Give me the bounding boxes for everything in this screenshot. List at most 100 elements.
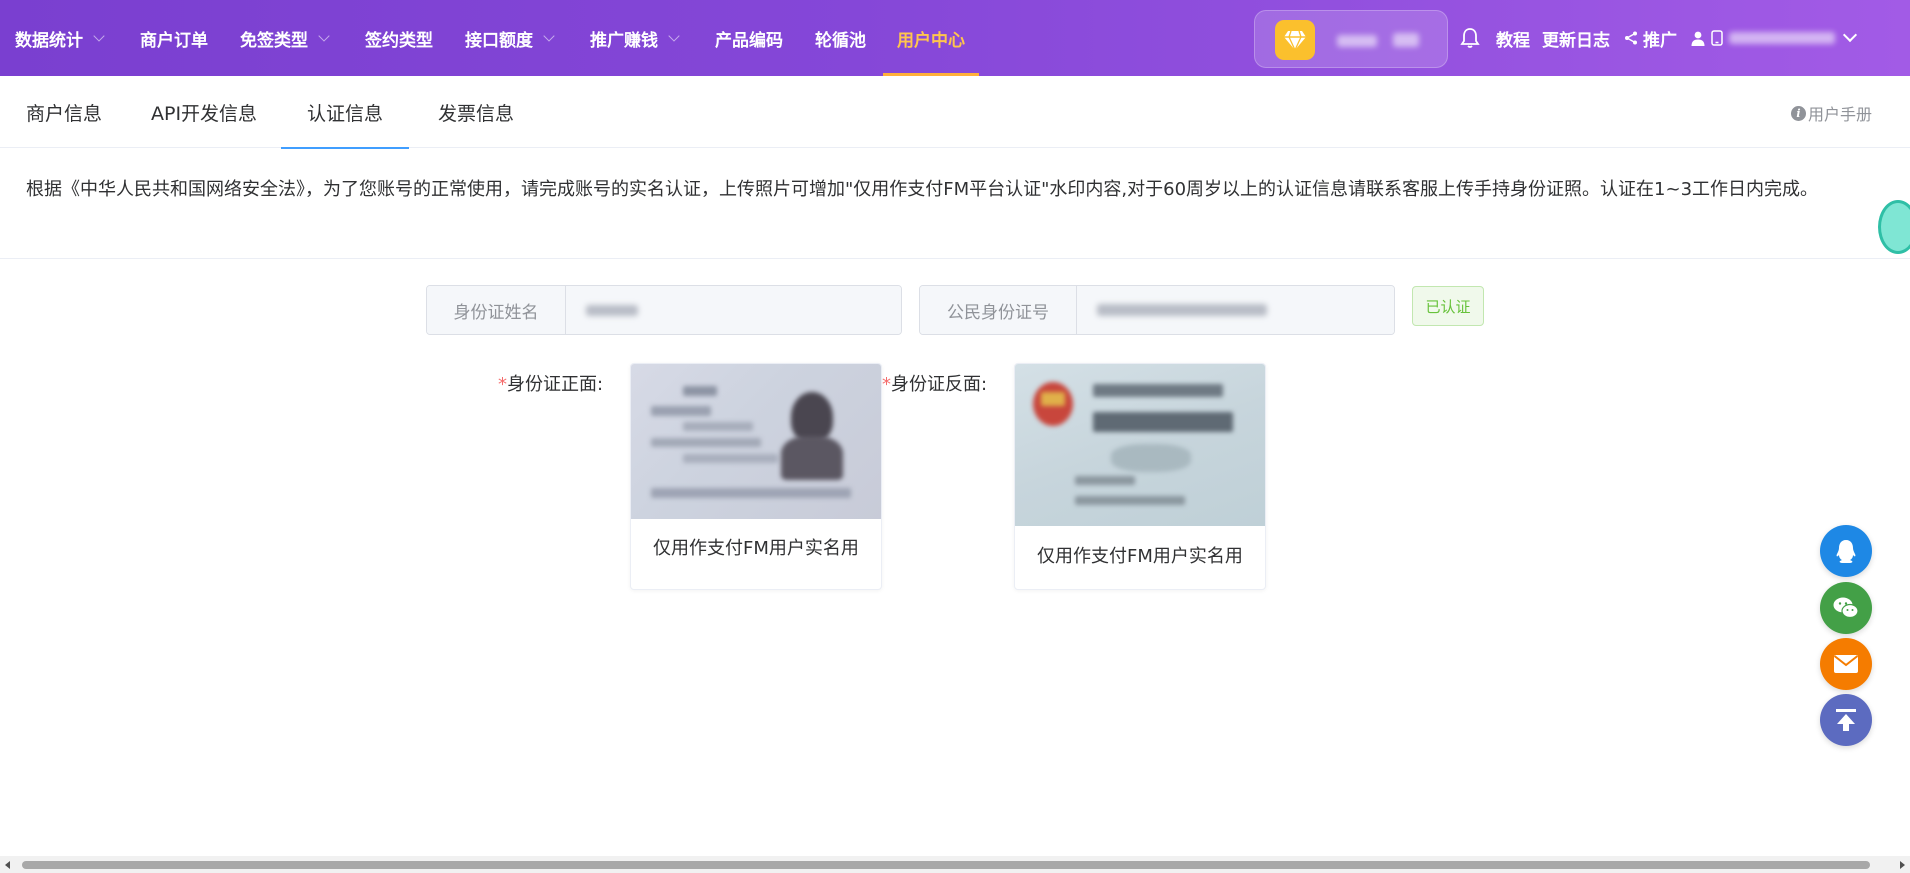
nav-item-label: 商户订单 bbox=[140, 30, 208, 51]
nav-item-label: 推广赚钱 bbox=[590, 30, 658, 51]
tab-api-dev-info[interactable]: API开发信息 bbox=[151, 76, 257, 148]
id-back-image[interactable] bbox=[1015, 364, 1265, 526]
id-back-label: *身份证反面: bbox=[882, 370, 987, 396]
redacted-text bbox=[683, 386, 717, 396]
nav-item-label: 轮循池 bbox=[815, 30, 866, 51]
id-front-label-text: 身份证正面: bbox=[507, 374, 604, 395]
vip-level-box[interactable] bbox=[1254, 10, 1448, 68]
user-manual-link[interactable]: i 用户手册 bbox=[1790, 101, 1872, 125]
nav-item-label: 接口额度 bbox=[465, 30, 533, 51]
email-icon bbox=[1833, 655, 1859, 673]
redacted-text bbox=[651, 406, 711, 416]
chevron-down-icon bbox=[543, 30, 555, 42]
redacted-text bbox=[586, 305, 638, 316]
chevron-down-icon bbox=[668, 30, 680, 42]
nav-item-label: 产品编码 bbox=[715, 30, 783, 51]
changelog-link[interactable]: 更新日志 bbox=[1542, 26, 1610, 51]
redacted-text bbox=[1729, 32, 1835, 44]
nav-item-label: 免签类型 bbox=[240, 30, 308, 51]
redacted-text bbox=[1093, 384, 1223, 397]
nav-item-label: 用户中心 bbox=[897, 30, 965, 51]
tab-label: 认证信息 bbox=[307, 102, 384, 125]
redacted-text bbox=[683, 454, 778, 463]
national-emblem-icon bbox=[1041, 392, 1065, 406]
id-number-input[interactable] bbox=[1077, 286, 1394, 334]
watermark-pattern bbox=[1111, 444, 1191, 472]
promote-link[interactable]: 推广 bbox=[1643, 26, 1677, 51]
qq-contact-button[interactable] bbox=[1820, 525, 1872, 577]
chevron-down-icon bbox=[93, 30, 105, 42]
nav-item-rotation-pool[interactable]: 轮循池 bbox=[815, 0, 866, 76]
redacted-username[interactable] bbox=[1729, 29, 1835, 47]
share-icon bbox=[1624, 31, 1638, 45]
phone-icon bbox=[1711, 30, 1723, 46]
nav-item-user-center[interactable]: 用户中心 bbox=[883, 0, 979, 76]
id-front-card[interactable]: 仅用作支付FM用户实名用 bbox=[630, 363, 882, 590]
redacted-photo bbox=[781, 436, 843, 480]
id-front-caption: 仅用作支付FM用户实名用 bbox=[653, 538, 859, 559]
qq-icon bbox=[1836, 540, 1856, 563]
user-icon bbox=[1691, 31, 1705, 46]
tab-label: API开发信息 bbox=[151, 102, 258, 125]
redacted-photo bbox=[791, 392, 833, 442]
wechat-icon bbox=[1833, 597, 1859, 619]
horizontal-scrollbar[interactable] bbox=[0, 856, 1910, 873]
nav-item-product-code[interactable]: 产品编码 bbox=[715, 0, 783, 76]
info-icon: i bbox=[1790, 105, 1806, 121]
chevron-down-icon[interactable] bbox=[1842, 27, 1858, 43]
arrow-up-icon bbox=[1836, 709, 1856, 731]
scroll-left-icon[interactable] bbox=[5, 861, 10, 869]
status-badge: 已认证 bbox=[1412, 286, 1484, 326]
wechat-contact-button[interactable] bbox=[1820, 582, 1872, 634]
id-number-label: 公民身份证号 bbox=[920, 286, 1077, 334]
redacted-text bbox=[651, 438, 761, 447]
profile-tabs: 商户信息 API开发信息 认证信息 发票信息 bbox=[0, 76, 1910, 149]
nav-item-contract-type[interactable]: 签约类型 bbox=[365, 0, 433, 76]
required-mark: * bbox=[882, 374, 891, 395]
top-navbar: 数据统计 商户订单 免签类型 签约类型 接口额度 推广赚钱 产品编码 轮循池 用… bbox=[0, 0, 1910, 76]
id-back-card[interactable]: 仅用作支付FM用户实名用 bbox=[1014, 363, 1266, 590]
nav-item-promote-earn[interactable]: 推广赚钱 bbox=[590, 0, 680, 76]
email-contact-button[interactable] bbox=[1820, 638, 1872, 690]
nav-item-label: 签约类型 bbox=[365, 30, 433, 51]
tab-verification-info[interactable]: 认证信息 bbox=[280, 76, 410, 149]
scroll-right-icon[interactable] bbox=[1900, 861, 1905, 869]
redacted-text bbox=[1097, 304, 1267, 316]
diamond-icon bbox=[1275, 20, 1315, 60]
id-number-field: 公民身份证号 bbox=[919, 285, 1395, 335]
redacted-text bbox=[1075, 496, 1185, 505]
redacted-text bbox=[1075, 476, 1135, 485]
scrollbar-thumb[interactable] bbox=[22, 861, 1870, 869]
tutorial-link[interactable]: 教程 bbox=[1496, 26, 1530, 51]
divider bbox=[0, 258, 1910, 259]
tab-merchant-info[interactable]: 商户信息 bbox=[26, 76, 102, 148]
id-front-label: *身份证正面: bbox=[498, 370, 603, 396]
nav-right-tools: 教程 更新日志 推广 bbox=[1460, 0, 1858, 76]
verification-notice: 根据《中华人民共和国网络安全法》，为了您账号的正常使用，请完成账号的实名认证，上… bbox=[26, 179, 1819, 200]
id-front-image[interactable] bbox=[631, 364, 881, 519]
id-name-label: 身份证姓名 bbox=[427, 286, 566, 334]
redacted-vip-text bbox=[1393, 33, 1419, 47]
nav-item-merchant-orders[interactable]: 商户订单 bbox=[140, 0, 208, 76]
id-name-input[interactable] bbox=[566, 286, 901, 334]
chevron-down-icon bbox=[318, 30, 330, 42]
redacted-text bbox=[1093, 412, 1233, 432]
id-back-caption: 仅用作支付FM用户实名用 bbox=[1037, 546, 1243, 567]
bell-icon[interactable] bbox=[1460, 27, 1480, 49]
redacted-vip-text bbox=[1337, 35, 1377, 47]
tab-label: 发票信息 bbox=[438, 102, 515, 125]
redacted-text bbox=[651, 488, 851, 498]
nav-item-api-quota[interactable]: 接口额度 bbox=[465, 0, 555, 76]
nav-item-data-stats[interactable]: 数据统计 bbox=[15, 0, 105, 76]
nav-item-free-sign-type[interactable]: 免签类型 bbox=[240, 0, 330, 76]
mascot-avatar-icon[interactable] bbox=[1878, 200, 1910, 254]
required-mark: * bbox=[498, 374, 507, 395]
nav-item-label: 数据统计 bbox=[15, 30, 83, 51]
redacted-text bbox=[683, 422, 753, 431]
user-manual-label: 用户手册 bbox=[1807, 105, 1872, 124]
id-name-field: 身份证姓名 bbox=[426, 285, 902, 335]
id-back-label-text: 身份证反面: bbox=[891, 374, 988, 395]
tab-label: 商户信息 bbox=[26, 102, 103, 125]
back-to-top-button[interactable] bbox=[1820, 694, 1872, 746]
tab-invoice-info[interactable]: 发票信息 bbox=[438, 76, 514, 148]
